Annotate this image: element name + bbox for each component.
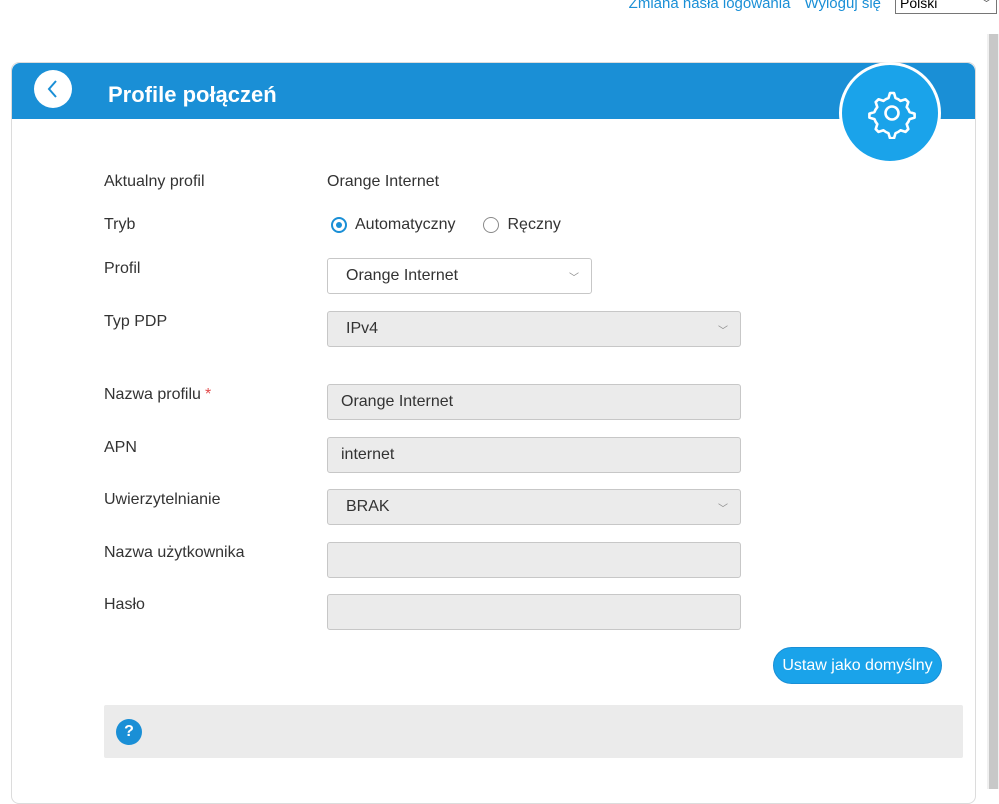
chevron-down-icon: ﹀ <box>718 325 728 337</box>
language-select-value: Polski <box>900 0 938 11</box>
profile-select-value: Orange Internet <box>346 267 459 284</box>
apn-input[interactable]: internet <box>327 437 741 473</box>
password-input[interactable] <box>327 594 741 630</box>
mode-manual-label: Ręczny <box>507 216 561 233</box>
apn-label: APN <box>104 439 137 456</box>
radio-unchecked-icon <box>483 217 500 233</box>
chevron-down-icon: ﹀ <box>718 503 728 515</box>
gear-icon <box>868 91 916 139</box>
mode-radio-group: Automatyczny Ręczny <box>331 216 561 234</box>
radio-checked-icon <box>331 217 347 233</box>
chevron-left-icon <box>47 80 57 98</box>
profile-name-value: Orange Internet <box>341 393 454 410</box>
profile-name-input[interactable]: Orange Internet <box>327 384 741 420</box>
mode-label: Tryb <box>104 216 136 233</box>
scrollbar-thumb[interactable] <box>989 34 998 789</box>
authentication-select[interactable]: BRAK ﹀ <box>327 489 741 525</box>
mode-automatic-label: Automatyczny <box>355 216 456 233</box>
pdp-type-label: Typ PDP <box>104 313 168 330</box>
profile-label: Profil <box>104 260 141 277</box>
profile-name-label: Nazwa profilu * <box>104 386 211 404</box>
mode-automatic-radio[interactable]: Automatyczny <box>331 216 455 234</box>
set-default-button[interactable]: Ustaw jako domyślny <box>773 647 942 684</box>
top-bar: Zmiana hasła logowania Wyloguj się Polsk… <box>629 0 997 14</box>
authentication-label: Uwierzytelnianie <box>104 491 221 508</box>
change-password-link[interactable]: Zmiana hasła logowania <box>629 0 791 12</box>
logout-link[interactable]: Wyloguj się <box>804 0 881 12</box>
settings-badge <box>839 62 941 164</box>
pdp-type-select[interactable]: IPv4 ﹀ <box>327 311 741 347</box>
profile-name-label-text: Nazwa profilu <box>104 386 201 403</box>
current-profile-label: Aktualny profil <box>104 173 205 190</box>
help-box: ? <box>104 705 963 758</box>
language-select[interactable]: Polski ﹀ <box>895 0 997 14</box>
chevron-down-icon: ﹀ <box>569 272 579 284</box>
username-input[interactable] <box>327 542 741 578</box>
question-icon[interactable]: ? <box>116 719 142 745</box>
back-button[interactable] <box>34 70 72 108</box>
username-label: Nazwa użytkownika <box>104 544 245 561</box>
current-profile-value: Orange Internet <box>327 173 440 190</box>
authentication-value: BRAK <box>346 498 390 515</box>
password-label: Hasło <box>104 596 145 613</box>
page-title: Profile połączeń <box>108 82 277 107</box>
mode-manual-radio[interactable]: Ręczny <box>483 216 561 234</box>
apn-value: internet <box>341 446 395 463</box>
profile-select[interactable]: Orange Internet ﹀ <box>327 258 592 294</box>
required-marker: * <box>204 386 212 403</box>
chevron-down-icon: ﹀ <box>981 0 992 10</box>
pdp-type-value: IPv4 <box>346 320 379 337</box>
